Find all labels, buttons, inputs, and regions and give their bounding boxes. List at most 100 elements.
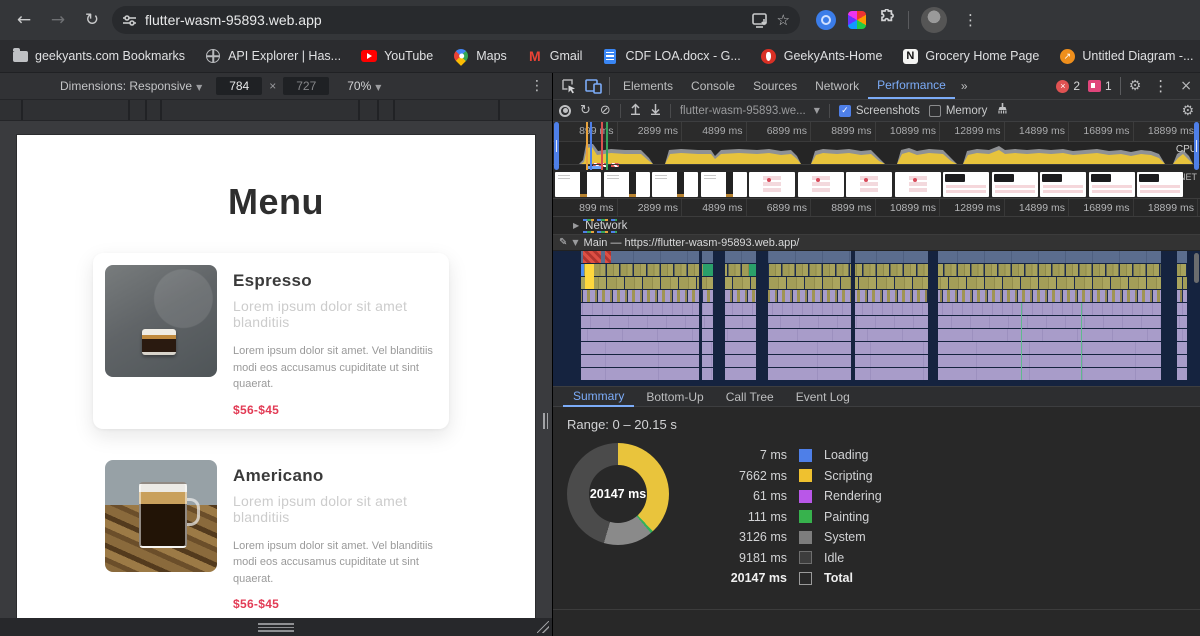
legend-row-scripting: 7662 msScripting bbox=[701, 466, 882, 487]
error-icon: × bbox=[1056, 80, 1069, 93]
bookmark-item[interactable]: YouTube bbox=[361, 48, 433, 64]
site-settings-icon[interactable] bbox=[122, 13, 137, 28]
clear-icon[interactable]: ⊘ bbox=[600, 104, 611, 117]
screenshot-thumbnail[interactable] bbox=[749, 172, 795, 197]
record-icon[interactable] bbox=[559, 105, 571, 117]
viewport-height-input[interactable]: 727 bbox=[283, 77, 329, 95]
url-text[interactable]: flutter-wasm-95893.web.app bbox=[145, 12, 744, 28]
more-tabs-icon[interactable]: » bbox=[955, 79, 974, 93]
tab-summary[interactable]: Summary bbox=[563, 387, 634, 407]
profile-avatar[interactable] bbox=[921, 7, 947, 33]
extension-blue-icon[interactable] bbox=[816, 10, 836, 30]
flame-row bbox=[553, 355, 1200, 367]
corner-resize-handle[interactable] bbox=[537, 621, 549, 633]
load-profile-icon[interactable] bbox=[630, 102, 641, 120]
collapse-triangle-icon[interactable]: ▼ bbox=[572, 238, 578, 247]
menu-item-americano[interactable]: Americano Lorem ipsum dolor sit amet bla… bbox=[105, 460, 461, 612]
range-handle-right[interactable] bbox=[1194, 122, 1199, 170]
tick-label: 8899 ms bbox=[811, 199, 876, 216]
tab-performance[interactable]: Performance bbox=[868, 73, 955, 99]
device-toolbar-menu-icon[interactable]: ⋮ bbox=[530, 78, 544, 94]
bookmark-label: Grocery Home Page bbox=[925, 49, 1039, 63]
inspect-element-icon[interactable] bbox=[557, 76, 581, 96]
tab-event-log[interactable]: Event Log bbox=[786, 387, 860, 407]
screenshot-thumbnail[interactable] bbox=[1040, 172, 1086, 197]
media-query-bar[interactable] bbox=[0, 100, 552, 121]
save-profile-icon[interactable] bbox=[650, 102, 661, 120]
globe-icon bbox=[205, 48, 221, 64]
viewport-width-input[interactable]: 784 bbox=[216, 77, 262, 95]
tab-console[interactable]: Console bbox=[682, 73, 744, 99]
network-track[interactable]: ▶ Network bbox=[553, 217, 1200, 235]
bookmark-item[interactable]: Untitled Diagram -... bbox=[1059, 48, 1193, 64]
flame-gap bbox=[756, 251, 768, 386]
error-badge[interactable]: ×2 bbox=[1056, 79, 1080, 93]
screenshot-thumbnail[interactable] bbox=[798, 172, 844, 197]
devtools-menu-icon[interactable]: ⋮ bbox=[1149, 77, 1172, 95]
idle-swatch bbox=[799, 551, 812, 564]
forward-icon[interactable]: → bbox=[44, 6, 72, 34]
bookmark-item[interactable]: NGrocery Home Page bbox=[902, 48, 1039, 64]
screenshot-thumbnail[interactable] bbox=[1089, 172, 1135, 197]
menu-item-espresso[interactable]: Espresso Lorem ipsum dolor sit amet blan… bbox=[93, 253, 449, 429]
screenshot-thumbnail[interactable] bbox=[701, 172, 747, 197]
flame-row bbox=[553, 303, 1200, 315]
garbage-collect-icon[interactable] bbox=[996, 102, 1009, 120]
bookmark-item[interactable]: CDF LOA.docx - G... bbox=[602, 48, 740, 64]
screenshot-thumbnail[interactable] bbox=[652, 172, 698, 197]
memory-checkbox[interactable]: Memory bbox=[929, 105, 988, 117]
flame-scrollbar[interactable] bbox=[1194, 253, 1199, 283]
extensions-puzzle-icon[interactable] bbox=[878, 9, 896, 32]
panel-split-handle[interactable] bbox=[543, 413, 548, 429]
history-select[interactable]: flutter-wasm-95893.we...▼ bbox=[680, 105, 820, 117]
bookmark-item[interactable]: geekyants.com Bookmarks bbox=[12, 48, 185, 64]
extension-pinwheel-icon[interactable] bbox=[848, 11, 866, 29]
tick-label: 10899 ms bbox=[876, 122, 941, 141]
screenshot-thumbnail[interactable] bbox=[992, 172, 1038, 197]
bookmark-item[interactable]: API Explorer | Has... bbox=[205, 48, 341, 64]
install-app-icon[interactable] bbox=[752, 13, 769, 28]
back-icon[interactable]: ← bbox=[10, 6, 38, 34]
tab-elements[interactable]: Elements bbox=[614, 73, 682, 99]
devtools-close-icon[interactable]: × bbox=[1180, 78, 1192, 94]
bookmark-item[interactable]: GeekyAnts-Home bbox=[761, 48, 883, 64]
zoom-select[interactable]: 70%▼ bbox=[347, 79, 381, 93]
issues-badge[interactable]: 1 bbox=[1088, 79, 1112, 93]
range-handle-left[interactable] bbox=[554, 122, 559, 170]
expand-triangle-icon[interactable]: ▶ bbox=[573, 221, 579, 230]
screenshot-thumbnail[interactable] bbox=[604, 172, 650, 197]
device-toolbar-toggle-icon[interactable] bbox=[581, 76, 605, 96]
timeline-overview[interactable]: 899 ms 2899 ms 4899 ms 6899 ms 8899 ms 1… bbox=[553, 122, 1200, 170]
main-track-label: Main — https://flutter-wasm-95893.web.ap… bbox=[584, 237, 800, 249]
browser-menu-icon[interactable]: ⋮ bbox=[959, 11, 982, 29]
viewport-resize-handle[interactable] bbox=[258, 623, 294, 632]
loading-swatch bbox=[799, 449, 812, 462]
flame-thread-line bbox=[1021, 303, 1022, 380]
dimensions-select[interactable]: Dimensions: Responsive▼ bbox=[60, 79, 202, 93]
item-name: Americano bbox=[233, 466, 461, 486]
reload-icon[interactable]: ↻ bbox=[78, 6, 106, 34]
main-thread-header[interactable]: ✎ ▼ Main — https://flutter-wasm-95893.we… bbox=[553, 235, 1200, 251]
tab-network[interactable]: Network bbox=[806, 73, 868, 99]
screenshots-checkbox[interactable]: ✓Screenshots bbox=[839, 105, 920, 117]
network-activity-dots bbox=[583, 231, 617, 233]
bookmark-item[interactable]: Maps bbox=[453, 48, 507, 64]
screenshot-thumbnail[interactable] bbox=[1137, 172, 1183, 197]
screenshot-thumbnail[interactable] bbox=[555, 172, 601, 197]
edit-track-icon[interactable]: ✎ bbox=[559, 237, 567, 248]
devtools-panel: Elements Console Sources Network Perform… bbox=[552, 73, 1200, 636]
bookmark-item[interactable]: MGmail bbox=[527, 48, 583, 64]
tab-call-tree[interactable]: Call Tree bbox=[716, 387, 784, 407]
address-bar[interactable]: flutter-wasm-95893.web.app ☆ bbox=[112, 6, 800, 34]
tab-bottom-up[interactable]: Bottom-Up bbox=[636, 387, 713, 407]
flame-chart[interactable] bbox=[553, 251, 1200, 386]
screenshot-thumbnail[interactable] bbox=[943, 172, 989, 197]
reload-and-record-icon[interactable]: ↻ bbox=[580, 104, 591, 117]
devtools-settings-icon[interactable]: ⚙ bbox=[1129, 78, 1142, 94]
screenshot-thumbnail[interactable] bbox=[846, 172, 892, 197]
screenshot-thumbnail[interactable] bbox=[895, 172, 941, 197]
tab-sources[interactable]: Sources bbox=[744, 73, 806, 99]
bookmark-star-icon[interactable]: ☆ bbox=[777, 11, 790, 29]
item-description: Lorem ipsum dolor sit amet. Vel blanditi… bbox=[233, 538, 445, 588]
capture-settings-icon[interactable]: ⚙ bbox=[1181, 103, 1194, 119]
